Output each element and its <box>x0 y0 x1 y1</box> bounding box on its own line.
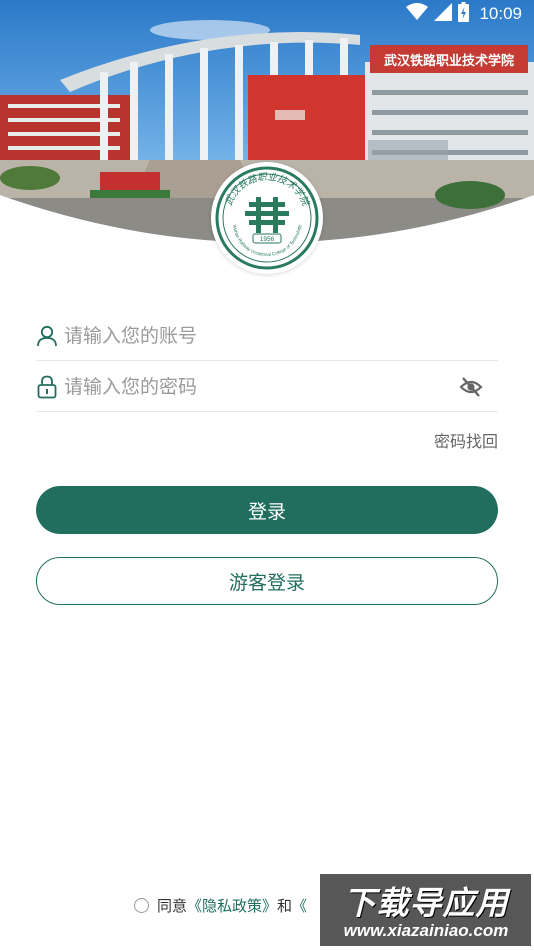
forgot-password-link[interactable]: 密码找回 <box>434 428 498 452</box>
eye-off-icon[interactable] <box>458 375 484 399</box>
watermark-url: www.xiazainiao.com <box>343 921 509 940</box>
status-bar: 10:09 <box>0 0 534 28</box>
watermark: 下载导应用 www.xiazainiao.com <box>320 874 531 946</box>
service-agreement-link[interactable]: 《 <box>292 895 307 916</box>
status-icons: 10:09 <box>406 2 522 26</box>
login-button[interactable]: 登录 <box>36 486 498 534</box>
cellular-signal-icon <box>434 3 453 25</box>
guest-login-button[interactable]: 游客登录 <box>36 557 498 605</box>
and-label: 和 <box>277 896 293 915</box>
lock-icon <box>36 375 58 399</box>
wifi-icon <box>406 3 429 25</box>
user-icon <box>36 324 58 348</box>
privacy-policy-link[interactable]: 《隐私政策》 <box>187 895 277 916</box>
agree-label: 同意 <box>157 896 188 915</box>
watermark-main: 下载导应用 <box>343 884 509 922</box>
agree-radio[interactable] <box>134 897 149 913</box>
account-input[interactable] <box>64 315 498 356</box>
account-field <box>36 311 498 361</box>
logo-year: 1956 <box>260 236 275 243</box>
building-sign: 武汉铁路职业技术学院 <box>384 53 514 69</box>
password-input[interactable] <box>64 366 458 407</box>
battery-charging-icon <box>458 2 470 26</box>
agreement-row: 同意 《隐私政策》 和 《 <box>134 894 307 916</box>
college-logo: 武汉铁路职业技术学院 Wuhan Railway Vocational Coll… <box>211 162 323 274</box>
status-time: 10:09 <box>479 4 522 23</box>
password-field <box>36 362 498 412</box>
